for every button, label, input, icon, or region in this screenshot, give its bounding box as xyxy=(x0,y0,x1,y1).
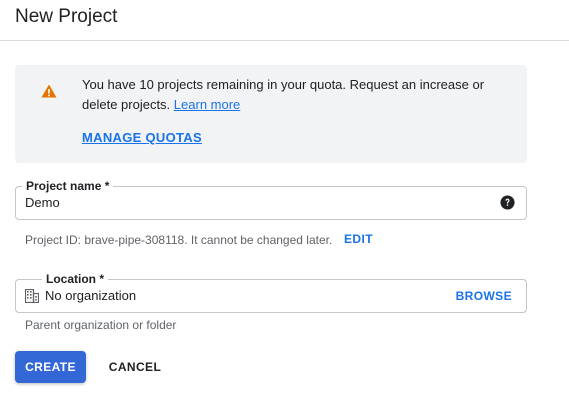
create-button[interactable]: CREATE xyxy=(15,351,86,383)
edit-project-id-button[interactable]: EDIT xyxy=(344,232,373,246)
warning-icon xyxy=(41,84,57,98)
location-helper-text: Parent organization or folder xyxy=(25,318,177,332)
quota-banner: You have 10 projects remaining in your q… xyxy=(15,65,527,163)
project-id-text: Project ID: brave-pipe-308118. It cannot… xyxy=(25,233,333,247)
quota-message-text: You have 10 projects remaining in your q… xyxy=(82,77,485,112)
project-name-label: Project name * xyxy=(22,178,114,194)
manage-quotas-link[interactable]: MANAGE QUOTAS xyxy=(82,130,202,145)
page-header: New Project xyxy=(0,0,569,41)
new-project-page: New Project You have 10 projects remaini… xyxy=(0,0,569,406)
location-value: No organization xyxy=(45,288,137,303)
location-field[interactable]: Location * No organization BROWSE xyxy=(15,271,527,313)
quota-message: You have 10 projects remaining in your q… xyxy=(82,75,512,115)
project-name-field[interactable]: Project name * Demo xyxy=(15,178,527,220)
building-icon xyxy=(25,289,39,303)
help-circle-icon[interactable] xyxy=(500,195,515,210)
cancel-button[interactable]: CANCEL xyxy=(98,351,172,383)
learn-more-link[interactable]: Learn more xyxy=(174,97,240,112)
location-label: Location * xyxy=(42,271,109,287)
project-name-input[interactable]: Demo xyxy=(25,194,60,212)
page-title: New Project xyxy=(15,6,118,27)
browse-button[interactable]: BROWSE xyxy=(456,289,512,303)
